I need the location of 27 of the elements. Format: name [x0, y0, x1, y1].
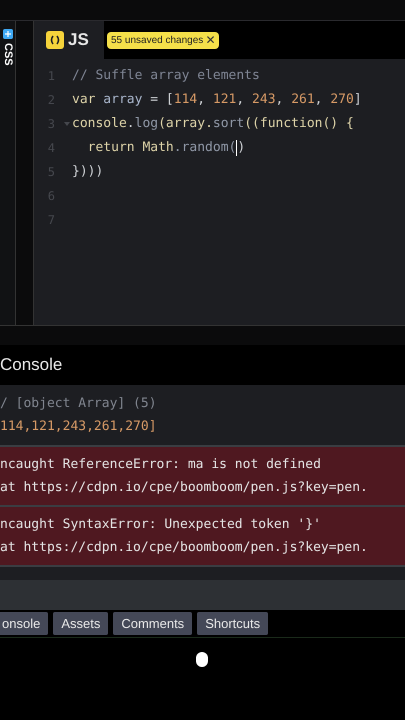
panel-tab[interactable]: Assets — [53, 612, 108, 635]
console-title: Console — [0, 354, 62, 376]
code-line: }))) — [72, 163, 104, 182]
sidebar-tab[interactable]: CSS — [0, 43, 16, 66]
resize-bar[interactable] — [0, 325, 405, 345]
panel-tab[interactable]: Shortcuts — [197, 612, 268, 635]
code-line: console.log(array.sort((function() { — [72, 115, 354, 134]
js-tab[interactable]: JS — [34, 21, 104, 59]
code-line: return Math.random() — [86, 139, 246, 158]
console-line: 114,121,243,261,270] — [0, 418, 158, 436]
console-line: at https://cdpn.io/cpe/boomboom/pen.js?key=pen. — [0, 479, 369, 497]
console-line: ncaught ReferenceError: ma is not defined — [0, 456, 322, 474]
panel-tab[interactable]: Comments — [113, 612, 192, 635]
close-button[interactable]: ✕ — [205, 34, 216, 46]
console-line: ncaught SyntaxError: Unexpected token '}' — [0, 516, 322, 534]
tab-label: JS — [68, 29, 89, 52]
touch-indicator — [196, 652, 208, 667]
console-line: at https://cdpn.io/cpe/boomboom/pen.js?key=pen. — [0, 539, 369, 557]
code-line: // Suffle array elements — [72, 67, 260, 86]
console-line: / [object Array] (5) — [0, 395, 158, 413]
text-cursor — [236, 140, 238, 156]
console-input-bar[interactable] — [0, 580, 405, 610]
code-line: var array = [114, 121, 243, 261, 270] — [72, 91, 362, 110]
badge-text: 55 unsaved changes — [111, 34, 204, 48]
panel-tab[interactable]: onsole — [0, 612, 48, 635]
braces-icon — [46, 31, 64, 49]
fold-icon[interactable] — [64, 121, 72, 127]
